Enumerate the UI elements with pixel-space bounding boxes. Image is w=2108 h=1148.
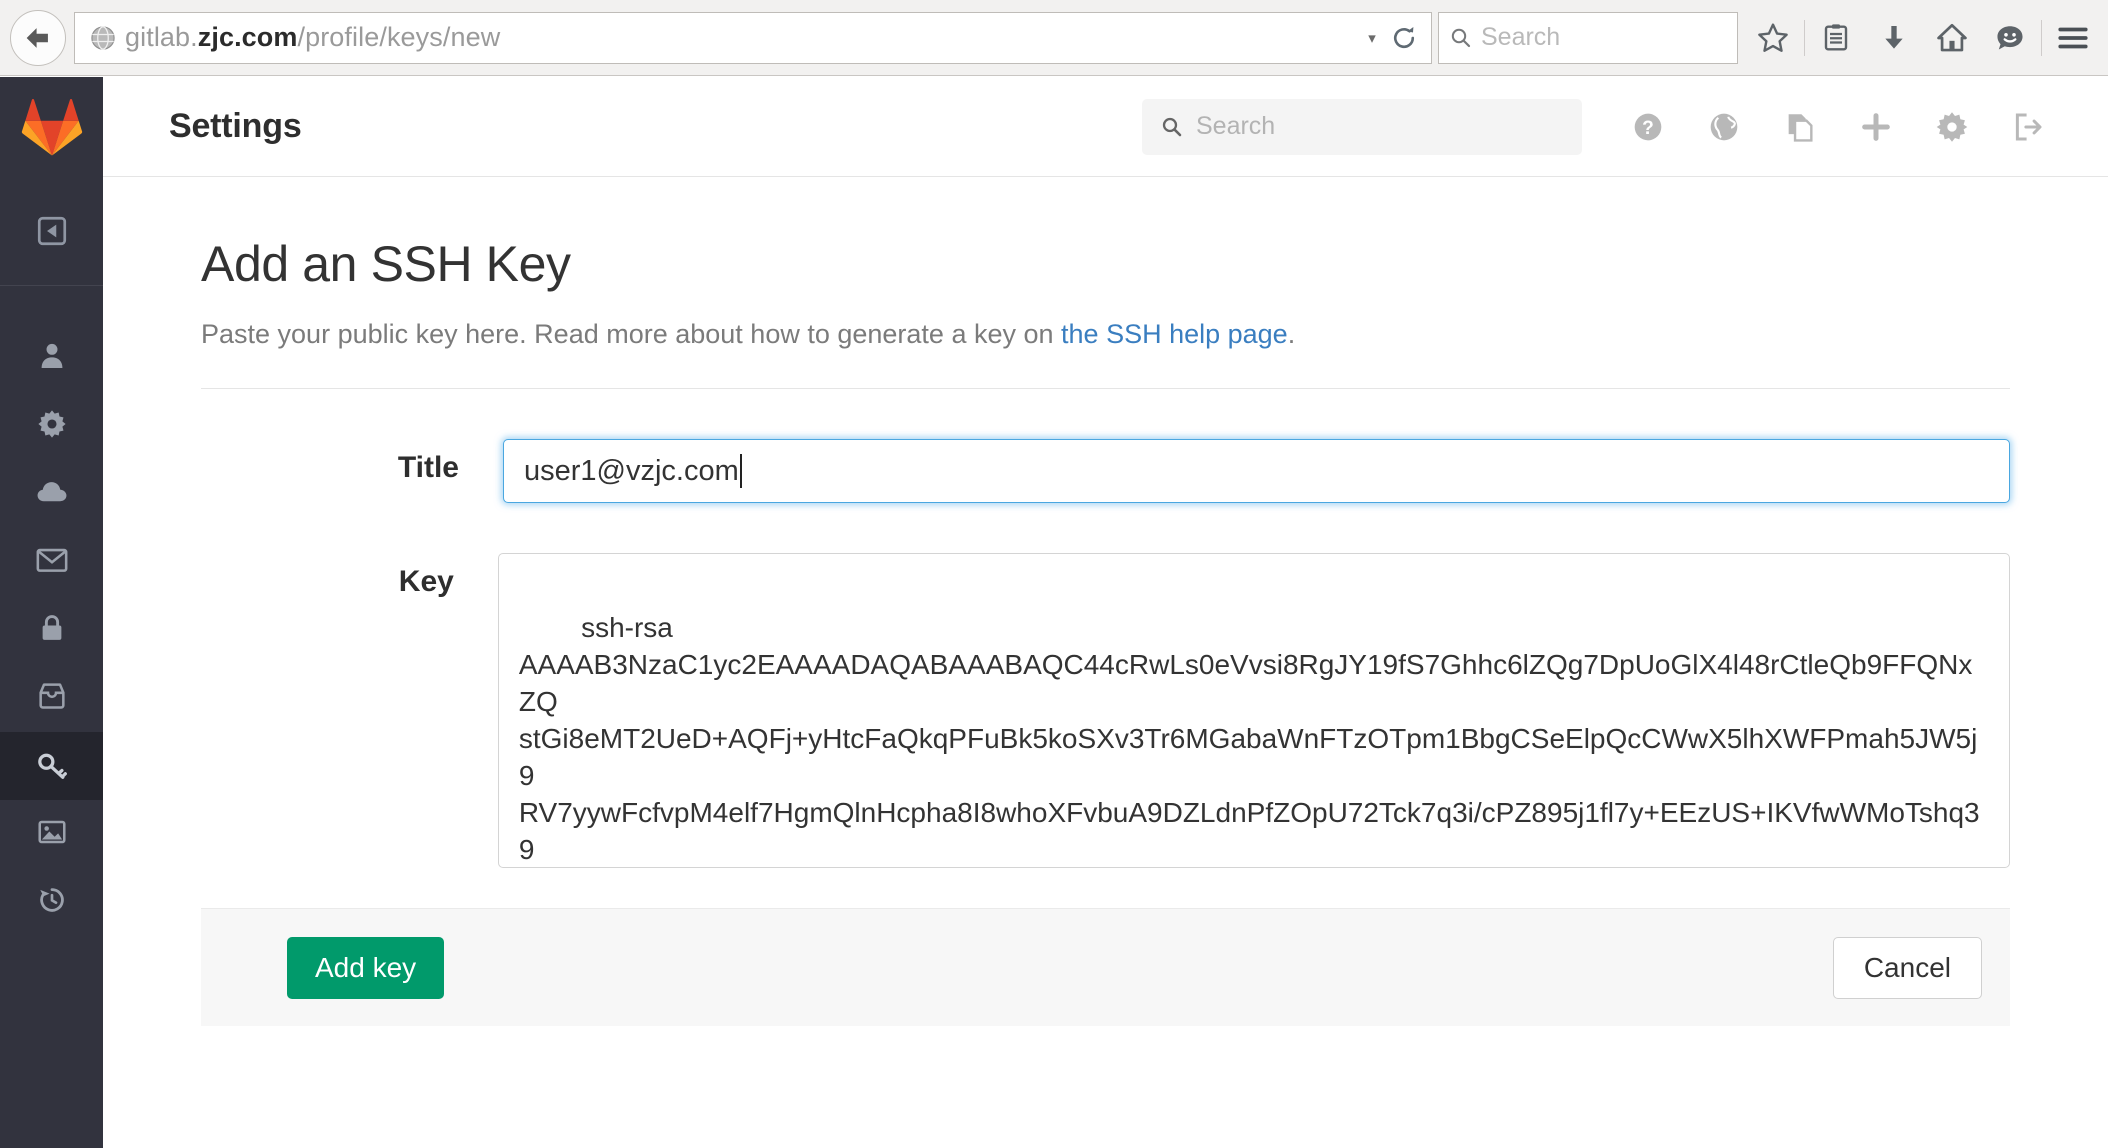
title-input[interactable]: user1@vzjc.com bbox=[503, 439, 2010, 503]
user-profile-icon bbox=[36, 340, 68, 377]
downloads-icon[interactable] bbox=[1865, 10, 1923, 66]
image-preferences-icon bbox=[36, 816, 68, 853]
title-field-wrap: user1@vzjc.com bbox=[503, 439, 2010, 503]
title-field-label: Title bbox=[397, 451, 459, 484]
back-arrow-icon bbox=[21, 21, 55, 55]
sidebar-item-notifications[interactable] bbox=[0, 664, 103, 732]
toolbar-divider-2 bbox=[2041, 19, 2042, 56]
page-title: Add an SSH Key bbox=[201, 236, 571, 292]
reload-icon[interactable] bbox=[1389, 23, 1419, 53]
svg-text:?: ? bbox=[1642, 118, 1654, 139]
menu-hamburger-icon[interactable] bbox=[2044, 10, 2102, 66]
header-search-input[interactable]: Search bbox=[1142, 98, 1582, 155]
sidebar-item-applications[interactable] bbox=[0, 460, 103, 528]
url-text: gitlab.zjc.com/profile/keys/new bbox=[125, 22, 1361, 53]
key-textarea[interactable]: ssh-rsa AAAAB3NzaC1yc2EAAAADAQABAAABAQC4… bbox=[497, 553, 2010, 868]
add-key-button[interactable]: Add key bbox=[287, 936, 445, 999]
history-audit-icon bbox=[36, 884, 68, 921]
search-icon bbox=[1449, 26, 1473, 50]
page-header-title: Settings bbox=[169, 107, 302, 145]
plus-new-icon[interactable] bbox=[1838, 96, 1914, 158]
url-bar[interactable]: gitlab.zjc.com/profile/keys/new ▾ bbox=[74, 11, 1432, 64]
browser-toolbar-icons bbox=[1738, 10, 2108, 66]
key-textarea-value: ssh-rsa AAAAB3NzaC1yc2EAAAADAQABAAABAQC4… bbox=[518, 612, 1980, 865]
title-input-value: user1@vzjc.com bbox=[524, 454, 739, 487]
sidebar-item-emails[interactable] bbox=[0, 528, 103, 596]
title-form-row: Title user1@vzjc.com bbox=[103, 439, 2108, 503]
envelope-emails-icon bbox=[35, 545, 69, 580]
inbox-notifications-icon bbox=[35, 680, 69, 717]
url-prefix: gitlab. bbox=[125, 22, 198, 52]
browser-back-button[interactable] bbox=[10, 9, 66, 66]
cloud-applications-icon bbox=[35, 475, 69, 514]
sidebar-item-account[interactable] bbox=[0, 392, 103, 460]
text-cursor bbox=[739, 454, 742, 488]
cancel-button[interactable]: Cancel bbox=[1832, 936, 1982, 999]
content-divider bbox=[201, 388, 2010, 389]
gitlab-logo-icon[interactable] bbox=[0, 77, 103, 177]
globe-icon bbox=[89, 24, 117, 52]
reading-list-icon[interactable] bbox=[1807, 10, 1865, 66]
header-search-placeholder: Search bbox=[1196, 112, 1276, 140]
sidebar-item-ssh-keys[interactable] bbox=[0, 732, 103, 800]
subtitle-text-after: . bbox=[1287, 319, 1296, 349]
main-content: Add an SSH Key Paste your public key her… bbox=[103, 177, 2108, 1148]
search-icon bbox=[1160, 115, 1184, 139]
bookmark-star-icon[interactable] bbox=[1744, 10, 1802, 66]
resize-grip-icon[interactable] bbox=[1990, 848, 2006, 864]
page-subtitle: Paste your public key here. Read more ab… bbox=[201, 319, 2108, 350]
header-right-group: Search ? bbox=[1142, 96, 2108, 158]
gitlab-sidebar bbox=[0, 77, 103, 1148]
chevron-down-icon[interactable]: ▾ bbox=[1361, 29, 1383, 47]
url-domain: zjc.com bbox=[197, 22, 298, 52]
gear-admin-icon[interactable] bbox=[1914, 96, 1990, 158]
issues-documents-icon[interactable] bbox=[1762, 96, 1838, 158]
sidebar-item-preferences[interactable] bbox=[0, 800, 103, 868]
collapse-sidebar-icon[interactable] bbox=[0, 177, 103, 285]
form-actions-bar: Add key Cancel bbox=[201, 908, 2010, 1026]
toolbar-divider bbox=[1804, 19, 1805, 56]
browser-search-box[interactable]: Search bbox=[1438, 11, 1738, 64]
globe-public-icon[interactable] bbox=[1686, 96, 1762, 158]
sidebar-item-profile[interactable] bbox=[0, 324, 103, 392]
chat-smiley-icon[interactable] bbox=[1981, 10, 2039, 66]
ssh-help-page-link[interactable]: the SSH help page bbox=[1061, 319, 1288, 349]
key-ssh-keys-icon bbox=[35, 747, 69, 786]
url-path: /profile/keys/new bbox=[297, 22, 501, 52]
browser-toolbar: gitlab.zjc.com/profile/keys/new ▾ Search bbox=[0, 0, 2108, 76]
key-field-wrap: ssh-rsa AAAAB3NzaC1yc2EAAAADAQABAAABAQC4… bbox=[497, 553, 2010, 868]
sign-out-icon[interactable] bbox=[1990, 96, 2066, 158]
browser-search-placeholder: Search bbox=[1481, 23, 1561, 51]
sidebar-item-audit-log[interactable] bbox=[0, 868, 103, 936]
gear-account-icon bbox=[36, 408, 68, 445]
lock-password-icon bbox=[37, 612, 67, 649]
sidebar-item-password[interactable] bbox=[0, 596, 103, 664]
gitlab-header: Settings Search ? bbox=[103, 77, 2108, 177]
subtitle-text-before: Paste your public key here. Read more ab… bbox=[201, 319, 1062, 349]
key-field-label: Key bbox=[398, 565, 454, 598]
help-question-icon[interactable]: ? bbox=[1610, 96, 1686, 158]
key-form-row: Key ssh-rsa AAAAB3NzaC1yc2EAAAADAQABAAAB… bbox=[103, 553, 2108, 868]
home-icon[interactable] bbox=[1923, 10, 1981, 66]
